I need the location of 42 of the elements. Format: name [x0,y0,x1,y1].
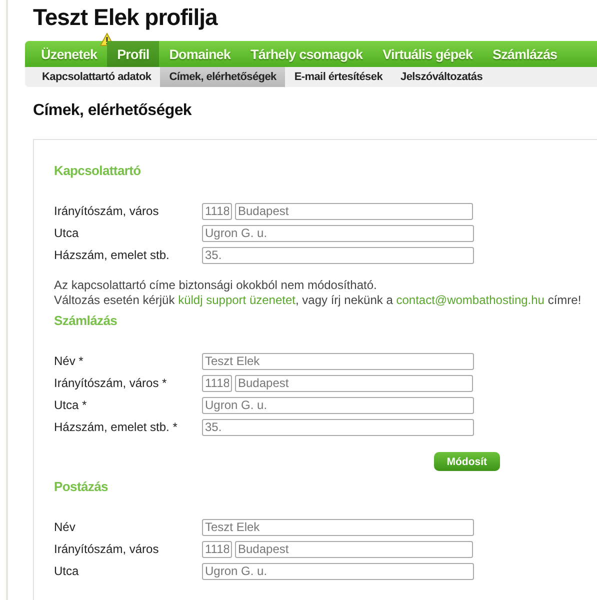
sub-nav-tab[interactable]: Címek, elérhetőségek [160,67,286,87]
link[interactable]: küldj support üzenetet [178,293,296,307]
text-field[interactable]: Ugron G. u. [202,396,474,414]
nav-tab[interactable]: Profil [107,41,160,67]
field-label: Irányítószám, város [54,542,160,556]
nav-tab[interactable]: Üzenetek [31,41,108,67]
text-field[interactable]: Teszt Elek [202,518,474,536]
city-field[interactable]: Budapest [235,374,473,392]
field-label: Házszám, emelet stb. [54,248,170,262]
field-label: Utca * [54,398,88,412]
text-field[interactable]: 35. [202,418,474,436]
field-label: Irányítószám, város [54,204,160,218]
modify-button[interactable]: Módosít [434,452,500,471]
section-title: Számlázás [54,313,118,328]
nav-tab[interactable]: Számlázás [482,41,568,67]
city-field[interactable]: Budapest [235,540,473,558]
text-field[interactable]: Teszt Elek [202,352,474,370]
section-title: Postázás [54,479,109,494]
field-label: Utca [54,226,80,240]
section-heading: Címek, elérhetőségek [33,102,193,120]
field-label: Név [54,520,76,534]
page-title: Teszt Elek profilja [33,4,219,31]
link[interactable]: contact@wombathosting.hu [396,293,544,307]
note-text: Az kapcsolattartó címe biztonsági okokból nem módosítható. Változás esetén kérjük küldj support üzenetet, vagy írj nekünk a contact@wombathosting.hu címre! [54,278,582,308]
section-title: Kapcsolattartó [54,163,142,178]
nav-tab[interactable]: Virtuális gépek [372,41,482,67]
sub-nav-tab[interactable]: E-mail értesítések [285,67,392,87]
text-field[interactable]: 35. [202,246,474,264]
field-label: Utca [54,564,80,578]
sub-nav-tab[interactable]: Kapcsolattartó adatok [33,67,160,87]
text-field[interactable]: Ugron G. u. [202,562,474,580]
field-label: Irányítószám, város * [54,376,168,390]
nav-tab[interactable]: Tárhely csomagok [240,41,373,67]
city-field[interactable]: Budapest [235,202,473,220]
field-label: Név * [54,354,84,368]
sub-nav-tab[interactable]: Jelszóváltozatás [392,67,492,87]
zip-field[interactable]: 1118 [202,540,232,558]
zip-field[interactable]: 1118 [202,202,232,220]
field-label: Házszám, emelet stb. * [54,420,178,434]
nav-tab[interactable]: Domainek [159,41,241,67]
zip-field[interactable]: 1118 [202,374,232,392]
text-field[interactable]: Ugron G. u. [202,224,474,242]
